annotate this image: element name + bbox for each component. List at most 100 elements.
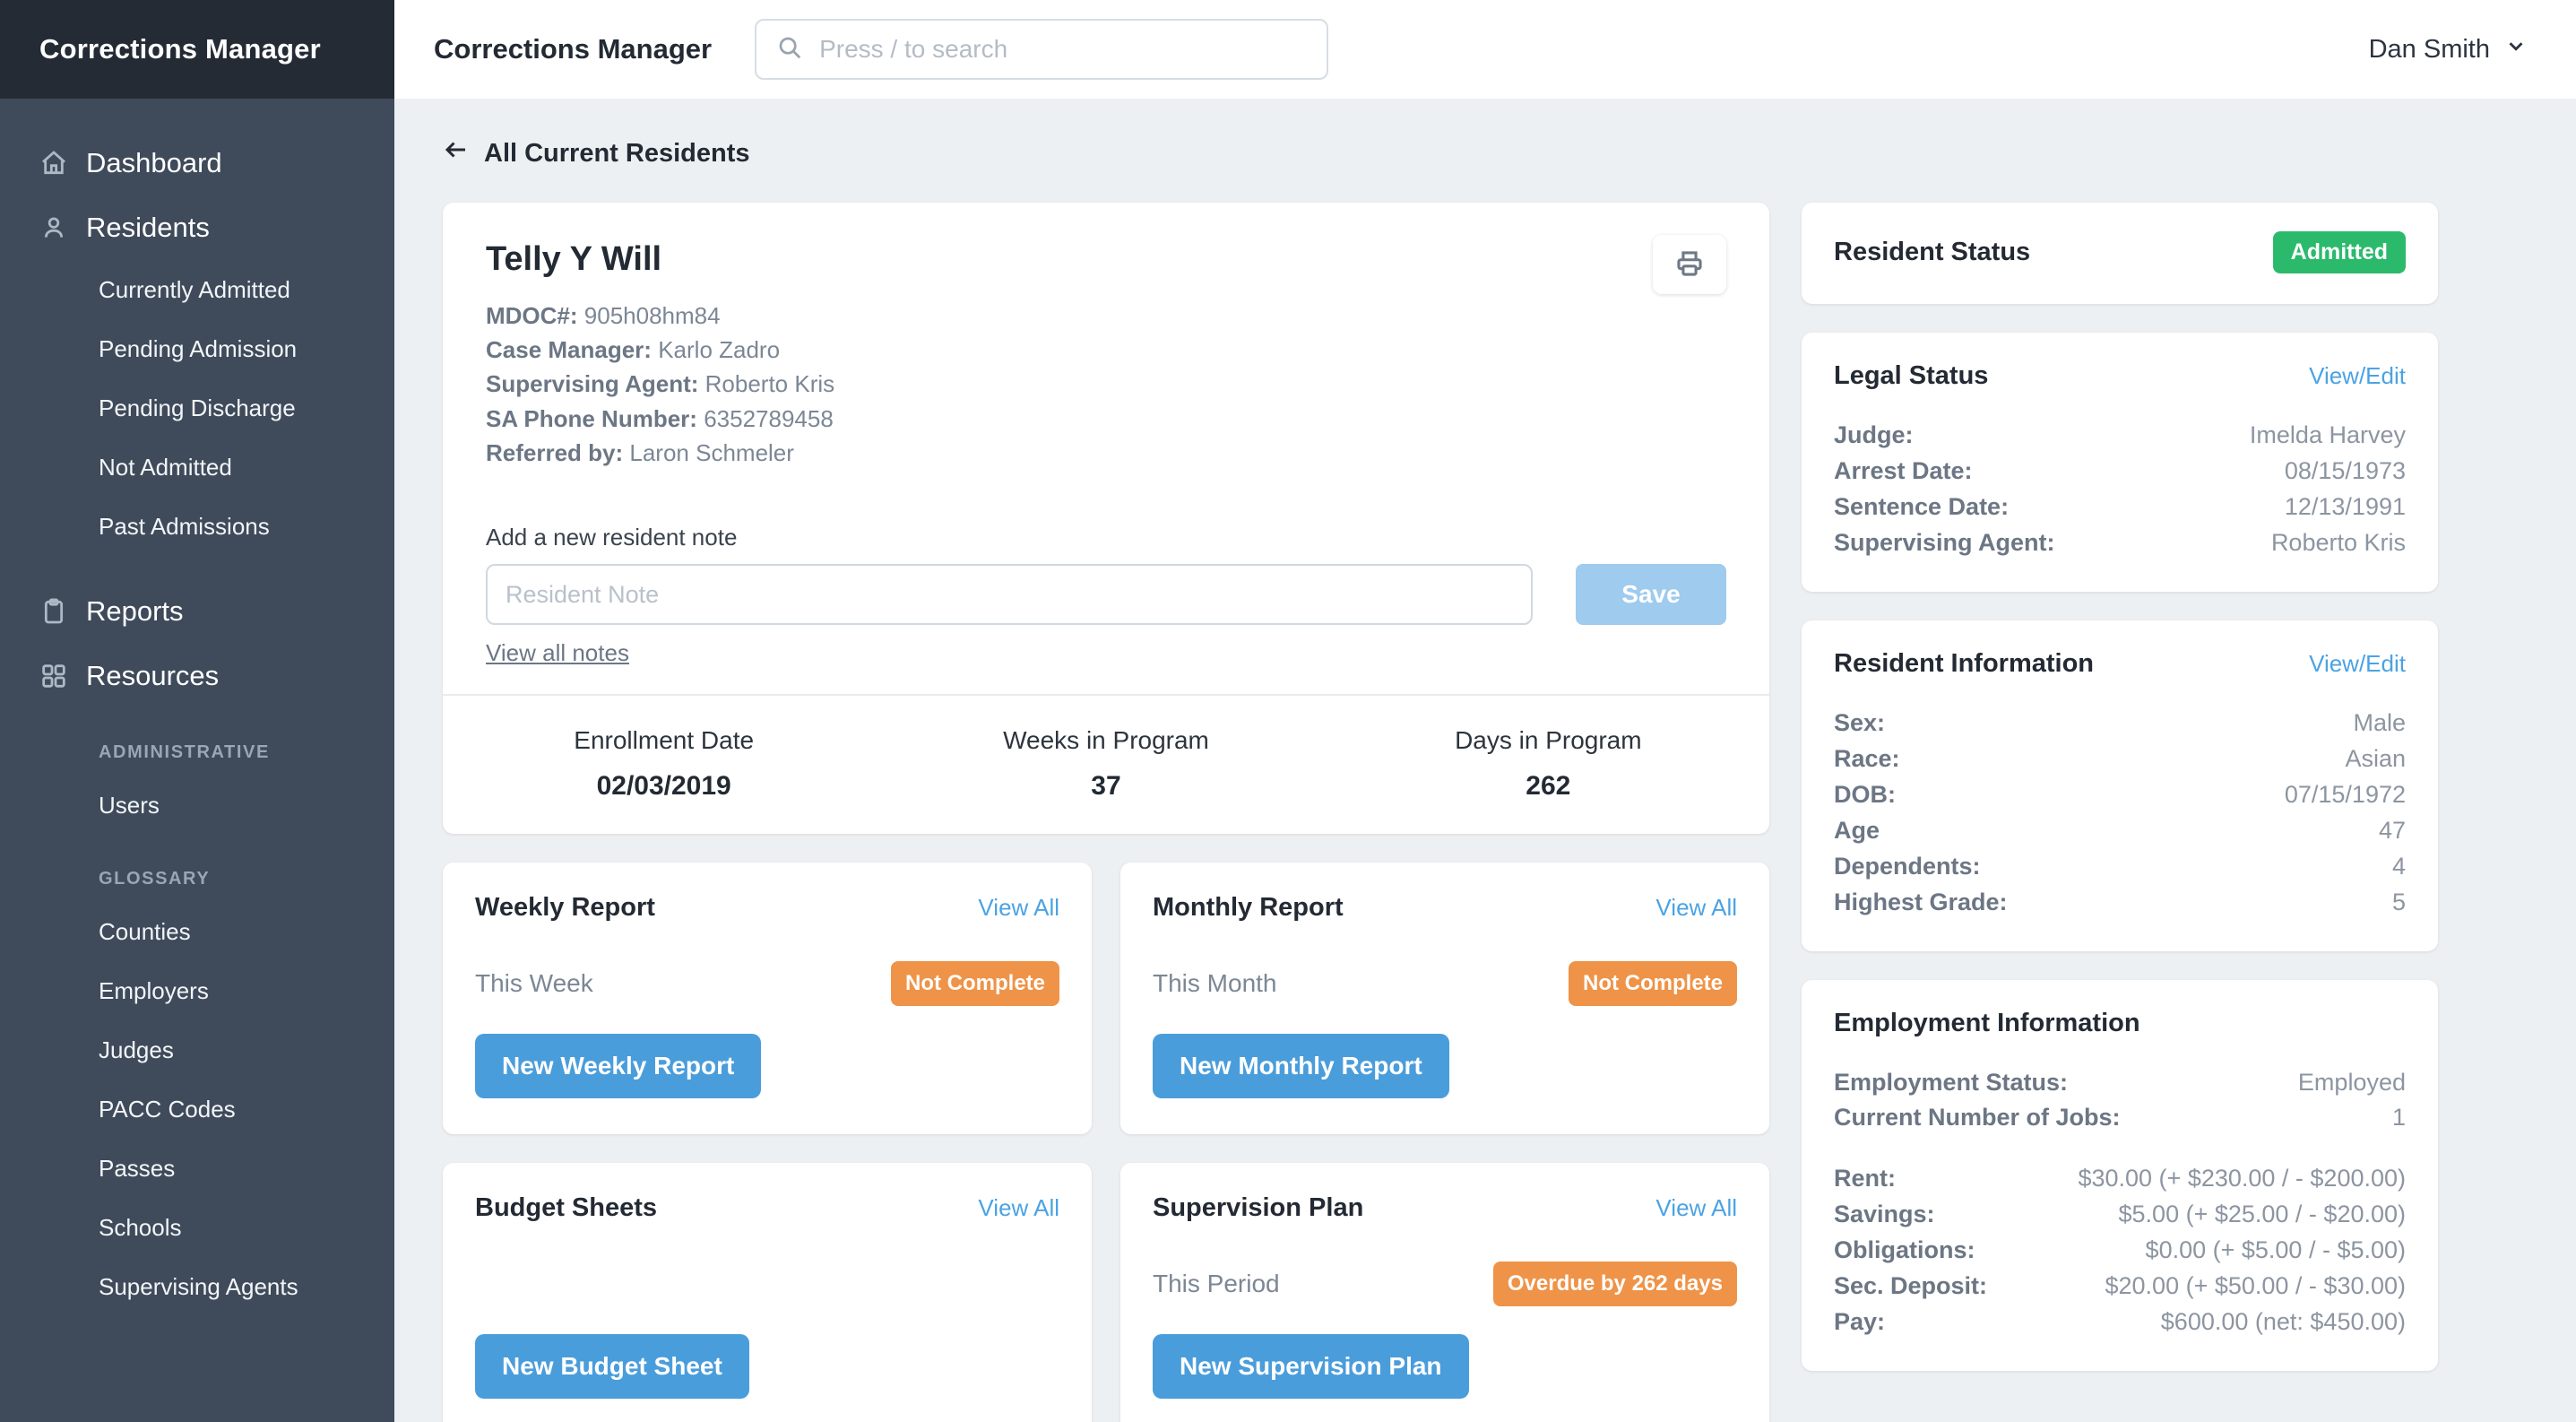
resident-meta: MDOC#: 905h08hm84 Case Manager: Karlo Za… <box>486 299 1726 470</box>
sidebar-item-past-admissions[interactable]: Past Admissions <box>0 497 394 556</box>
view-all-notes-link[interactable]: View all notes <box>486 639 629 667</box>
card-status-row: This Month Not Complete <box>1153 960 1737 1007</box>
info-row: Employment Status: Employed <box>1834 1065 2406 1101</box>
sidebar-section-glossary: GLOSSARY <box>99 869 211 889</box>
card-header: Supervision Plan View All <box>1153 1193 1737 1223</box>
new-monthly-report-button[interactable]: New Monthly Report <box>1153 1034 1449 1099</box>
legal-status-panel: Legal Status View/Edit Judge: Imelda Harv… <box>1802 333 2438 592</box>
sidebar-nav: Dashboard Residents Currently Admitted P… <box>0 99 394 1316</box>
legal-status-list: Judge: Imelda Harvey Arrest Date: 08/15/19… <box>1834 418 2406 561</box>
meta-value: 905h08hm84 <box>583 302 721 329</box>
new-weekly-report-button[interactable]: New Weekly Report <box>475 1034 762 1099</box>
printer-icon <box>1674 248 1705 282</box>
resident-status-panel: Resident Status Admitted <box>1802 203 2438 304</box>
view-all-link[interactable]: View All <box>1655 1194 1737 1222</box>
sidebar-item-schools[interactable]: Schools <box>0 1198 394 1257</box>
meta-row: MDOC#: 905h08hm84 <box>486 299 1726 333</box>
view-edit-link[interactable]: View/Edit <box>2309 650 2406 678</box>
card-header: Monthly Report View All <box>1153 893 1737 923</box>
main-column: Corrections Manager Press / to search Da… <box>394 0 2576 1422</box>
view-all-link[interactable]: View All <box>1655 894 1737 922</box>
view-all-link[interactable]: View All <box>978 1194 1059 1222</box>
card-header: Weekly Report View All <box>475 893 1059 923</box>
sidebar-divider-space <box>0 556 394 579</box>
info-value: Imelda Harvey <box>2249 421 2406 448</box>
sidebar-item-label: Judges <box>99 1036 174 1063</box>
info-value: $30.00 (+ $230.00 / - $200.00) <box>2078 1165 2406 1192</box>
meta-row: Referred by: Laron Schmeler <box>486 436 1726 470</box>
resident-information-list: Sex: Male Race: Asian DOB: 07/15/1972 Age 47… <box>1834 706 2406 921</box>
sidebar-item-label: Schools <box>99 1213 182 1241</box>
sidebar-item-pacc-codes[interactable]: PACC Codes <box>0 1080 394 1139</box>
brand-title: Corrections Manager <box>0 0 394 99</box>
sidebar-item-users[interactable]: Users <box>0 776 394 835</box>
chevron-down-icon <box>2504 34 2528 65</box>
info-value: 12/13/1991 <box>2284 492 2406 520</box>
sidebar-item-label: Dashboard <box>86 147 222 178</box>
sidebar-item-pending-discharge[interactable]: Pending Discharge <box>0 378 394 438</box>
sidebar-item-currently-admitted[interactable]: Currently Admitted <box>0 260 394 319</box>
card-period: This Period <box>1153 1270 1280 1298</box>
meta-label: SA Phone Number: <box>486 404 697 432</box>
card-status-row: This Period Overdue by 262 days <box>1153 1261 1737 1307</box>
arrow-left-icon <box>443 136 470 170</box>
info-row: DOB: 07/15/1972 <box>1834 777 2406 813</box>
panel-header: Resident Status Admitted <box>1834 231 2406 273</box>
clipboard-icon <box>39 597 86 626</box>
sidebar-item-resources[interactable]: Resources <box>0 644 394 708</box>
sidebar-item-employers[interactable]: Employers <box>0 961 394 1020</box>
sidebar-item-pending-admission[interactable]: Pending Admission <box>0 319 394 378</box>
info-row: Judge: Imelda Harvey <box>1834 418 2406 454</box>
info-row: Sex: Male <box>1834 706 2406 741</box>
panel-header: Employment Information <box>1834 1009 2406 1038</box>
new-supervision-plan-button[interactable]: New Supervision Plan <box>1153 1334 1469 1400</box>
info-row: Rent: $30.00 (+ $230.00 / - $200.00) <box>1834 1161 2406 1197</box>
info-key: DOB: <box>1834 780 1896 808</box>
search-box[interactable]: Press / to search <box>755 19 1329 80</box>
new-budget-sheet-button[interactable]: New Budget Sheet <box>475 1334 749 1400</box>
info-key: Current Number of Jobs: <box>1834 1104 2121 1132</box>
view-edit-link[interactable]: View/Edit <box>2309 362 2406 390</box>
info-key: Sex: <box>1834 708 1886 736</box>
card-header: Budget Sheets View All <box>475 1193 1059 1223</box>
card-title: Weekly Report <box>475 893 655 923</box>
info-key: Sec. Deposit: <box>1834 1272 1988 1300</box>
card-title: Budget Sheets <box>475 1193 658 1223</box>
program-stats: Enrollment Date 02/03/2019 Weeks in Prog… <box>443 694 1769 834</box>
breadcrumb-label: All Current Residents <box>484 138 750 168</box>
meta-label: Referred by: <box>486 438 624 466</box>
sidebar-item-supervising-agents[interactable]: Supervising Agents <box>0 1257 394 1316</box>
grid-icon <box>39 662 86 690</box>
view-all-link[interactable]: View All <box>978 894 1059 922</box>
budget-sheets-card: Budget Sheets View All New Budget Sheet <box>443 1163 1092 1422</box>
info-value: 47 <box>2378 816 2406 844</box>
report-cards-row-1: Weekly Report View All This Week Not Com… <box>443 863 1769 1135</box>
info-value: Employed <box>2297 1068 2406 1096</box>
sidebar-item-passes[interactable]: Passes <box>0 1139 394 1198</box>
breadcrumb[interactable]: All Current Residents <box>443 136 2528 170</box>
sidebar-section-administrative: ADMINISTRATIVE <box>99 742 270 762</box>
employment-information-panel: Employment Information Employment Status… <box>1802 979 2438 1372</box>
info-key: Highest Grade: <box>1834 888 2008 915</box>
sidebar-item-counties[interactable]: Counties <box>0 902 394 961</box>
sidebar-item-label: Pending Discharge <box>99 394 296 421</box>
search-input[interactable]: Press / to search <box>819 35 1007 64</box>
sidebar-item-not-admitted[interactable]: Not Admitted <box>0 438 394 497</box>
sidebar-item-residents[interactable]: Residents <box>0 195 394 260</box>
sidebar-item-judges[interactable]: Judges <box>0 1020 394 1080</box>
weekly-report-card: Weekly Report View All This Week Not Com… <box>443 863 1092 1135</box>
save-button[interactable]: Save <box>1576 564 1726 626</box>
resident-note-input[interactable] <box>486 564 1533 626</box>
card-status-row: This Week Not Complete <box>475 960 1059 1007</box>
home-icon <box>39 149 86 178</box>
sidebar-item-reports[interactable]: Reports <box>0 579 394 644</box>
app-root: Corrections Manager Dashboard Residents … <box>0 0 2576 1422</box>
info-value: 1 <box>2391 1104 2406 1132</box>
user-menu[interactable]: Dan Smith <box>2369 34 2528 65</box>
info-value: Asian <box>2345 744 2406 772</box>
info-key: Age <box>1834 816 1880 844</box>
info-row: Race: Asian <box>1834 741 2406 777</box>
info-row: Pay: $600.00 (net: $450.00) <box>1834 1305 2406 1340</box>
print-button[interactable] <box>1653 235 1726 294</box>
sidebar-item-dashboard[interactable]: Dashboard <box>0 131 394 195</box>
